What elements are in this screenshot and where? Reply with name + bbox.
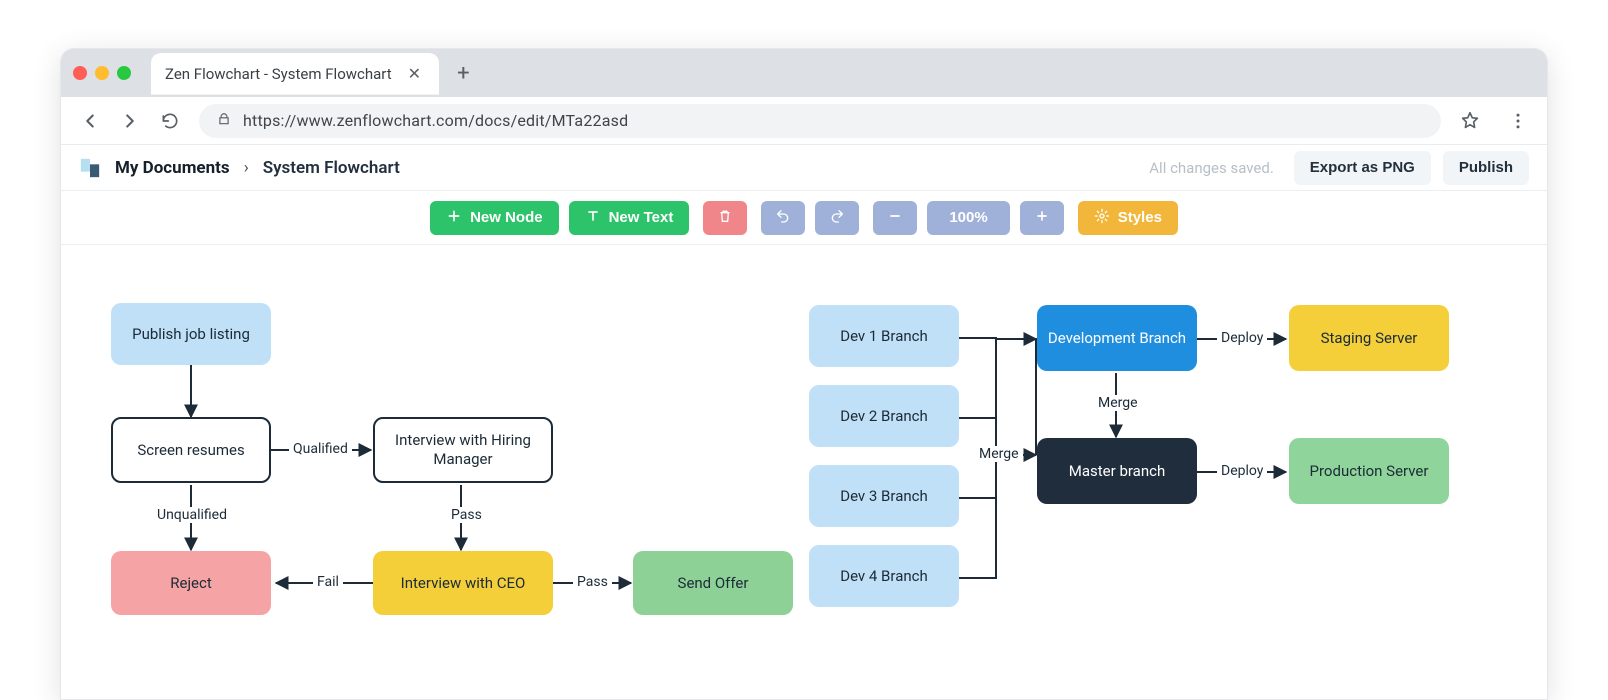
styles-button[interactable]: Styles xyxy=(1078,201,1178,235)
node-dev-branch[interactable]: Development Branch xyxy=(1037,305,1197,371)
trash-icon xyxy=(717,208,733,228)
node-dev2[interactable]: Dev 2 Branch xyxy=(809,385,959,447)
address-bar[interactable]: https://www.zenflowchart.com/docs/edit/M… xyxy=(199,104,1441,138)
undo-button[interactable] xyxy=(761,201,805,235)
edge-label-qualified[interactable]: Qualified xyxy=(289,441,352,457)
node-dev1[interactable]: Dev 1 Branch xyxy=(809,305,959,367)
url-text: https://www.zenflowchart.com/docs/edit/M… xyxy=(243,111,628,130)
text-icon xyxy=(585,208,601,228)
node-dev3[interactable]: Dev 3 Branch xyxy=(809,465,959,527)
url-bar: https://www.zenflowchart.com/docs/edit/M… xyxy=(61,97,1547,145)
new-node-button[interactable]: New Node xyxy=(430,201,559,235)
plus-icon xyxy=(1034,208,1050,228)
edge-label-merge2[interactable]: Merge xyxy=(1094,395,1142,411)
window-minimize-icon[interactable] xyxy=(95,66,109,80)
edge-label-unqualified[interactable]: Unqualified xyxy=(153,507,231,523)
node-staging[interactable]: Staging Server xyxy=(1289,305,1449,371)
node-dev4[interactable]: Dev 4 Branch xyxy=(809,545,959,607)
node-reject[interactable]: Reject xyxy=(111,551,271,615)
plus-icon xyxy=(446,208,462,228)
zoom-in-button[interactable] xyxy=(1020,201,1064,235)
toolbar: New Node New Text 100% xyxy=(61,191,1547,245)
nav-forward-button[interactable] xyxy=(119,110,141,132)
window-controls xyxy=(73,66,131,80)
window-maximize-icon[interactable] xyxy=(117,66,131,80)
save-status: All changes saved. xyxy=(1149,159,1274,177)
browser-window: Zen Flowchart - System Flowchart ✕ + htt… xyxy=(60,48,1548,700)
export-png-button[interactable]: Export as PNG xyxy=(1294,151,1431,185)
edge-label-pass2[interactable]: Pass xyxy=(573,574,612,590)
edge-label-pass1[interactable]: Pass xyxy=(447,507,486,523)
bookmark-star-icon[interactable] xyxy=(1459,110,1481,132)
edge-label-fail[interactable]: Fail xyxy=(313,574,343,590)
node-send-offer[interactable]: Send Offer xyxy=(633,551,793,615)
node-interview-hm[interactable]: Interview with Hiring Manager xyxy=(373,417,553,483)
app-header: My Documents › System Flowchart All chan… xyxy=(61,145,1547,191)
tab-title: Zen Flowchart - System Flowchart xyxy=(165,65,392,83)
gear-icon xyxy=(1094,208,1110,228)
browser-tab[interactable]: Zen Flowchart - System Flowchart ✕ xyxy=(151,53,439,95)
zoom-level[interactable]: 100% xyxy=(927,201,1009,235)
nav-back-button[interactable] xyxy=(79,110,101,132)
lock-icon xyxy=(217,111,231,130)
delete-button[interactable] xyxy=(703,201,747,235)
browser-menu-icon[interactable] xyxy=(1507,110,1529,132)
undo-icon xyxy=(775,208,791,228)
node-publish-job[interactable]: Publish job listing xyxy=(111,303,271,365)
nav-reload-button[interactable] xyxy=(159,110,181,132)
edge-label-deploy2[interactable]: Deploy xyxy=(1217,463,1267,479)
node-screen-resumes[interactable]: Screen resumes xyxy=(111,417,271,483)
window-close-icon[interactable] xyxy=(73,66,87,80)
redo-button[interactable] xyxy=(815,201,859,235)
chevron-right-icon: › xyxy=(244,158,249,178)
close-icon[interactable]: ✕ xyxy=(404,62,425,85)
app-logo-icon xyxy=(79,157,101,179)
flowchart-canvas[interactable]: Publish job listing Screen resumes Inter… xyxy=(61,245,1547,699)
tab-strip: Zen Flowchart - System Flowchart ✕ + xyxy=(61,49,1547,97)
publish-button[interactable]: Publish xyxy=(1443,151,1529,185)
minus-icon xyxy=(887,208,903,228)
new-text-button[interactable]: New Text xyxy=(569,201,690,235)
node-interview-ceo[interactable]: Interview with CEO xyxy=(373,551,553,615)
breadcrumb: My Documents › System Flowchart xyxy=(115,158,400,178)
zoom-out-button[interactable] xyxy=(873,201,917,235)
node-master[interactable]: Master branch xyxy=(1037,438,1197,504)
edge-label-deploy1[interactable]: Deploy xyxy=(1217,330,1267,346)
breadcrumb-leaf[interactable]: System Flowchart xyxy=(263,158,400,178)
edge-label-merge1[interactable]: Merge xyxy=(975,446,1023,462)
redo-icon xyxy=(829,208,845,228)
new-tab-button[interactable]: + xyxy=(449,61,477,86)
node-production[interactable]: Production Server xyxy=(1289,438,1449,504)
breadcrumb-root[interactable]: My Documents xyxy=(115,158,230,178)
